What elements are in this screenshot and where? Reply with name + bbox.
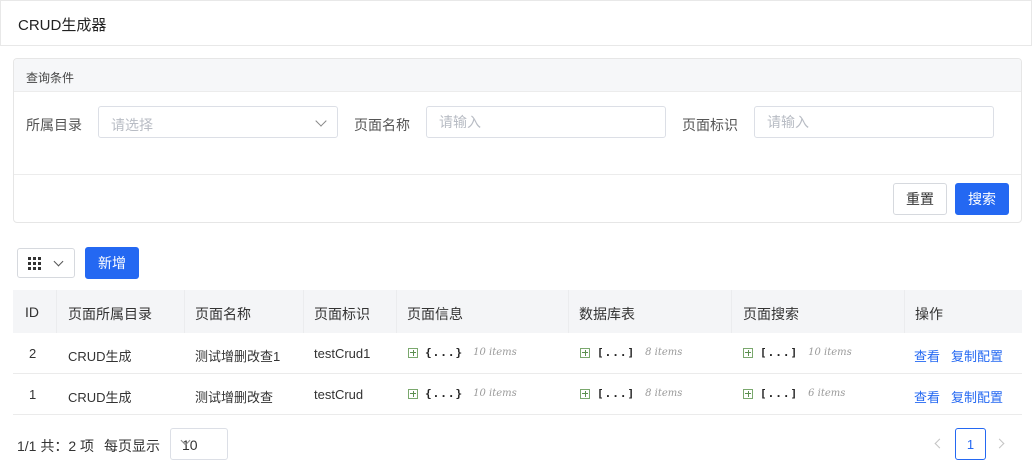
filter-panel-header: 查询条件	[14, 59, 1021, 92]
view-link[interactable]: 查看	[914, 387, 940, 406]
chevron-right-icon[interactable]	[994, 438, 1005, 449]
cell-name: 测试增删改查1	[195, 349, 281, 364]
directory-select[interactable]: 请选择	[98, 106, 338, 138]
column-header-actions: 操作	[915, 306, 943, 322]
column-header-id: ID	[25, 304, 39, 320]
page-title: CRUD生成器	[18, 17, 107, 34]
chevron-left-icon[interactable]	[934, 438, 945, 449]
json-bracket: [...]	[760, 387, 799, 400]
cell-search[interactable]: [...] 6 items	[743, 387, 845, 400]
json-bracket: {...}	[425, 346, 464, 359]
filter-divider	[14, 174, 1021, 175]
filter-panel-title: 查询条件	[26, 71, 75, 85]
cell-key: testCrud1	[314, 346, 371, 361]
column-header-key: 页面标识	[314, 306, 370, 322]
column-divider	[56, 290, 57, 333]
pagination-summary: 1/1 共：2 项	[17, 438, 95, 454]
expand-plus-icon[interactable]	[743, 347, 753, 358]
json-count: 10 items	[808, 347, 852, 358]
directory-select-placeholder: 请选择	[111, 117, 153, 133]
expand-plus-icon[interactable]	[408, 388, 418, 399]
directory-label: 所属目录	[26, 117, 82, 133]
grid-icon	[28, 257, 41, 270]
json-bracket: [...]	[597, 387, 636, 400]
page-key-label: 页面标识	[682, 117, 738, 133]
page-button-current[interactable]: 1	[955, 428, 986, 460]
column-divider	[568, 290, 569, 333]
filter-panel: 查询条件 所属目录 请选择 页面名称 页面标识 重置 搜索	[13, 58, 1022, 223]
table-row: 2 CRUD生成 测试增删改查1 testCrud1 {...} 10 item…	[13, 333, 1022, 374]
column-header-db: 数据库表	[579, 306, 635, 322]
cell-db[interactable]: [...] 8 items	[580, 387, 682, 400]
cell-id: 1	[29, 387, 37, 402]
reset-button[interactable]: 重置	[893, 183, 947, 215]
view-link[interactable]: 查看	[914, 346, 940, 365]
json-count: 8 items	[645, 347, 683, 358]
table-header: ID 页面所属目录 页面名称 页面标识 页面信息 数据库表 页面搜索 操作	[13, 290, 1022, 333]
column-divider	[303, 290, 304, 333]
column-toggle-button[interactable]	[17, 248, 75, 278]
copy-config-link[interactable]: 复制配置	[951, 387, 1003, 406]
column-divider	[904, 290, 905, 333]
column-divider	[396, 290, 397, 333]
json-count: 8 items	[645, 388, 683, 399]
add-button[interactable]: 新增	[85, 247, 139, 279]
cell-directory: CRUD生成	[68, 390, 132, 405]
expand-plus-icon[interactable]	[580, 347, 590, 358]
json-bracket: {...}	[425, 387, 464, 400]
page-header: CRUD生成器	[0, 0, 1032, 46]
cell-info[interactable]: {...} 10 items	[408, 387, 517, 400]
page-name-label: 页面名称	[354, 117, 410, 133]
column-header-name: 页面名称	[195, 306, 251, 322]
chevron-down-icon	[53, 256, 64, 267]
expand-plus-icon[interactable]	[580, 388, 590, 399]
expand-plus-icon[interactable]	[743, 388, 753, 399]
json-count: 10 items	[473, 347, 517, 358]
expand-plus-icon[interactable]	[408, 347, 418, 358]
per-page-select[interactable]: 10	[170, 428, 228, 460]
column-header-directory: 页面所属目录	[68, 306, 152, 322]
page-key-input[interactable]	[754, 106, 994, 138]
column-divider	[731, 290, 732, 333]
copy-config-link[interactable]: 复制配置	[951, 346, 1003, 365]
chevron-down-icon	[315, 115, 327, 127]
search-button[interactable]: 搜索	[955, 183, 1009, 215]
json-bracket: [...]	[760, 346, 799, 359]
cell-key: testCrud	[314, 387, 364, 402]
page-name-input[interactable]	[426, 106, 666, 138]
json-count: 10 items	[473, 388, 517, 399]
per-page-label: 每页显示	[104, 438, 160, 454]
cell-search[interactable]: [...] 10 items	[743, 346, 852, 359]
cell-directory: CRUD生成	[68, 349, 132, 364]
json-count: 6 items	[808, 388, 846, 399]
column-header-info: 页面信息	[407, 306, 463, 322]
cell-name: 测试增删改查	[195, 390, 274, 405]
table-row: 1 CRUD生成 测试增删改查 testCrud {...} 10 items …	[13, 374, 1022, 415]
cell-id: 2	[29, 346, 37, 361]
cell-db[interactable]: [...] 8 items	[580, 346, 682, 359]
column-header-search: 页面搜索	[743, 306, 799, 322]
json-bracket: [...]	[597, 346, 636, 359]
column-divider	[184, 290, 185, 333]
cell-info[interactable]: {...} 10 items	[408, 346, 517, 359]
